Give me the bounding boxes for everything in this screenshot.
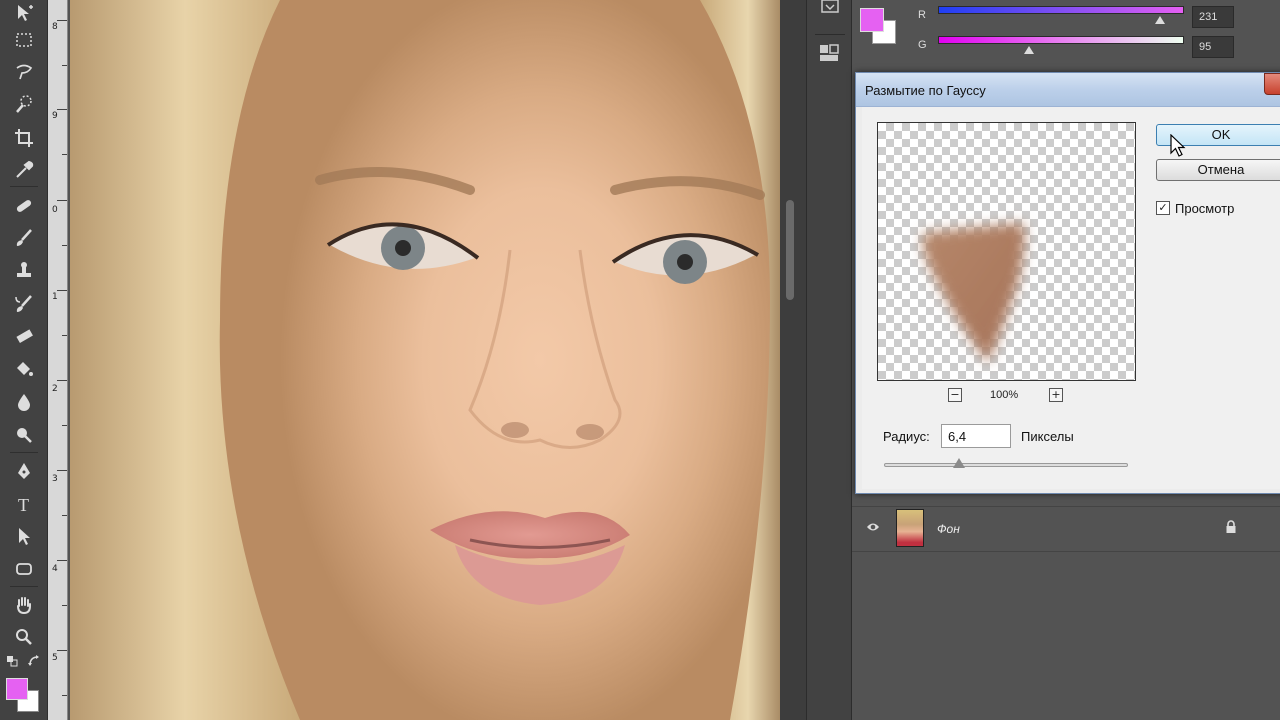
- clone-stamp-icon[interactable]: [8, 256, 40, 284]
- green-slider-thumb[interactable]: [1024, 46, 1034, 54]
- document-canvas[interactable]: [70, 0, 780, 720]
- preview-checkbox-label[interactable]: Просмотр: [1175, 201, 1234, 216]
- shape-tool-icon[interactable]: [8, 555, 40, 583]
- ruler-tick: 9: [52, 111, 58, 121]
- layer-name[interactable]: Фон: [937, 522, 960, 536]
- cancel-button[interactable]: Отмена: [1156, 159, 1280, 181]
- blur-preview[interactable]: [877, 122, 1136, 381]
- radius-label: Радиус:: [883, 429, 930, 444]
- canvas-scroll-area: [780, 0, 806, 720]
- radius-slider-thumb[interactable]: [953, 458, 965, 468]
- green-value-field[interactable]: 95: [1192, 36, 1234, 58]
- properties-panel-icon[interactable]: [817, 42, 843, 66]
- portrait-photo: [70, 0, 780, 720]
- red-slider-track[interactable]: [938, 6, 1184, 14]
- radius-input[interactable]: [941, 424, 1011, 448]
- vertical-ruler: 8 9 0 1 2 3 4 5: [48, 0, 68, 720]
- foreground-color-swatch[interactable]: [6, 678, 28, 700]
- red-channel-label: R: [918, 9, 926, 21]
- vertical-scrollbar[interactable]: [786, 200, 794, 300]
- history-brush-icon[interactable]: [8, 290, 40, 318]
- zoom-tool-icon[interactable]: [8, 623, 40, 651]
- layer-thumbnail: [896, 509, 924, 547]
- type-tool-icon[interactable]: T: [8, 490, 40, 518]
- brush-tool-icon[interactable]: [8, 224, 40, 252]
- eyedropper-icon[interactable]: [8, 156, 40, 184]
- photoshop-window: T 8 9 0 1 2 3 4 5 R 231 G 95 Фон Размыти…: [0, 0, 1280, 720]
- history-panel-icon[interactable]: [819, 0, 841, 16]
- visibility-eye-icon[interactable]: [866, 521, 880, 533]
- eraser-icon[interactable]: [8, 322, 40, 350]
- preview-checkbox[interactable]: ✓: [1156, 201, 1170, 215]
- zoom-in-button[interactable]: +: [1049, 388, 1063, 402]
- radius-slider-track[interactable]: [884, 463, 1128, 467]
- lock-icon: [1226, 520, 1236, 533]
- green-slider-track[interactable]: [938, 36, 1184, 44]
- path-select-icon[interactable]: [8, 523, 40, 551]
- quick-select-icon[interactable]: [8, 90, 40, 118]
- tools-panel: T: [0, 0, 48, 720]
- healing-brush-icon[interactable]: [8, 192, 40, 220]
- zoom-out-button[interactable]: −: [948, 388, 962, 402]
- move-tool-icon[interactable]: [8, 0, 40, 28]
- pen-tool-icon[interactable]: [8, 457, 40, 485]
- svg-text:T: T: [18, 495, 29, 515]
- dodge-tool-icon[interactable]: [8, 421, 40, 449]
- radius-unit-label: Пикселы: [1021, 429, 1074, 444]
- ruler-tick: 5: [52, 653, 58, 663]
- ruler-tick: 4: [52, 564, 58, 574]
- green-channel-label: G: [918, 39, 927, 51]
- ruler-tick: 0: [52, 205, 58, 215]
- default-colors-icon[interactable]: [6, 655, 18, 667]
- ruler-tick: 3: [52, 474, 58, 484]
- red-slider-thumb[interactable]: [1155, 16, 1165, 24]
- dialog-titlebar[interactable]: Размытие по Гауссу: [856, 73, 1280, 107]
- crop-tool-icon[interactable]: [8, 124, 40, 152]
- swap-colors-icon[interactable]: [28, 655, 40, 667]
- red-value-field[interactable]: 231: [1192, 6, 1234, 28]
- preview-zoom-level: 100%: [990, 389, 1019, 401]
- color-panel-foreground-swatch[interactable]: [860, 8, 884, 32]
- dialog-title: Размытие по Гауссу: [865, 83, 986, 98]
- panel-icon-strip: [806, 0, 852, 720]
- close-icon[interactable]: [1264, 73, 1280, 95]
- lasso-tool-icon[interactable]: [8, 58, 40, 86]
- paint-bucket-icon[interactable]: [8, 355, 40, 383]
- ruler-tick: 8: [52, 22, 58, 32]
- ruler-tick: 2: [52, 384, 58, 394]
- hand-tool-icon[interactable]: [8, 591, 40, 619]
- marquee-tool-icon[interactable]: [8, 26, 40, 54]
- blur-tool-icon[interactable]: [8, 388, 40, 416]
- mouse-cursor-icon: [1170, 134, 1186, 157]
- ruler-tick: 1: [52, 292, 58, 302]
